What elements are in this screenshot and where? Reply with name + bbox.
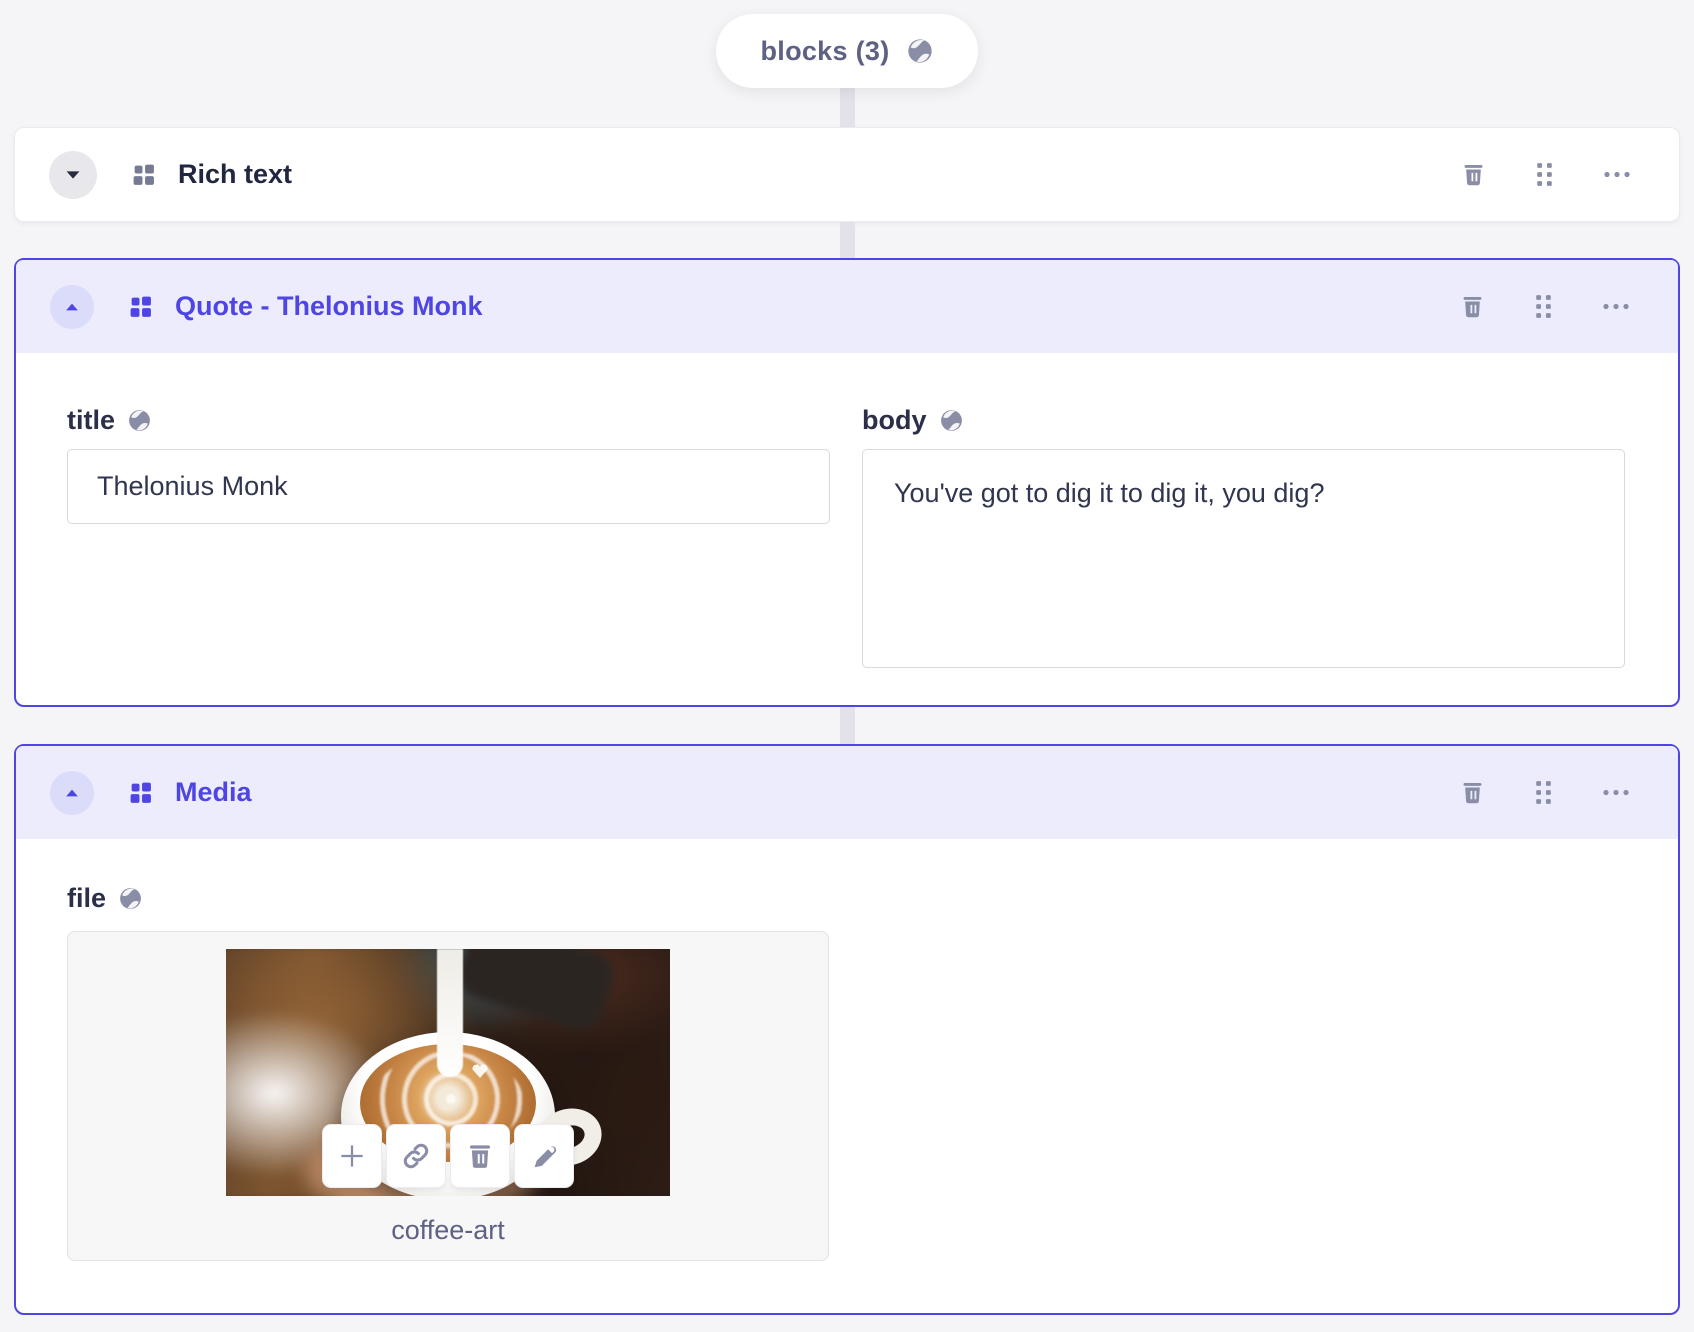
drag-handle[interactable]: [1530, 289, 1557, 324]
globe-icon: [906, 37, 934, 65]
trash-icon: [1463, 782, 1482, 804]
drag-handle[interactable]: [1530, 775, 1557, 810]
delete-block-button[interactable]: [1455, 289, 1490, 324]
block-type-icon: [131, 162, 156, 187]
link-file-button[interactable]: [386, 1124, 446, 1188]
field-label: body: [862, 403, 1625, 437]
more-options-button[interactable]: [1598, 157, 1636, 192]
body-textarea[interactable]: You've got to dig it to dig it, you dig?: [862, 449, 1625, 668]
plus-icon: [341, 1145, 363, 1167]
file-name-label: coffee-art: [391, 1215, 505, 1245]
pencil-icon: [534, 1146, 557, 1168]
ellipsis-icon: [1604, 171, 1630, 178]
file-upload-card: coffee-art: [67, 931, 829, 1261]
drag-dots-icon: [1537, 163, 1552, 186]
globe-icon: [118, 886, 143, 911]
block-actions: [1455, 775, 1635, 810]
block-title: Rich text: [178, 159, 293, 189]
delete-file-button[interactable]: [450, 1124, 510, 1188]
collapse-toggle-button[interactable]: [50, 770, 94, 815]
edit-file-button[interactable]: [514, 1124, 574, 1188]
more-options-button[interactable]: [1597, 775, 1635, 810]
chevron-up-icon: [66, 789, 78, 796]
ellipsis-icon: [1603, 789, 1629, 796]
collapse-toggle-button[interactable]: [49, 150, 97, 199]
drag-handle[interactable]: [1531, 157, 1558, 192]
trash-icon: [1463, 296, 1482, 318]
delete-block-button[interactable]: [1455, 775, 1490, 810]
block-actions: [1455, 289, 1635, 324]
field-label: title: [67, 403, 830, 437]
title-input[interactable]: [67, 449, 830, 524]
title-field-group: title: [67, 403, 830, 673]
block-title: Media: [175, 777, 252, 807]
blocks-pill-label: blocks (3): [760, 35, 890, 66]
add-file-button[interactable]: [322, 1124, 382, 1188]
block-fields: file coffee-art: [16, 839, 1678, 1313]
body-field-label: body: [862, 404, 927, 435]
chevron-up-icon: [66, 303, 78, 310]
file-field-label: file: [67, 882, 107, 913]
block-header[interactable]: Media: [16, 746, 1678, 839]
block-media: Media file coffee-art: [14, 744, 1680, 1315]
drag-dots-icon: [1536, 781, 1551, 804]
field-label: file: [67, 881, 1628, 915]
block-header[interactable]: Quote - Thelonius Monk: [16, 260, 1678, 353]
collapse-toggle-button[interactable]: [50, 284, 94, 329]
more-options-button[interactable]: [1597, 289, 1635, 324]
title-field-label: title: [67, 404, 116, 435]
chevron-down-icon: [66, 170, 80, 179]
block-type-icon: [128, 294, 153, 319]
delete-block-button[interactable]: [1456, 157, 1491, 192]
tree-connector: [839, 707, 855, 744]
tree-connector: [839, 88, 855, 127]
blocks-array-pill: blocks (3): [716, 14, 978, 88]
block-header[interactable]: Rich text: [15, 128, 1679, 221]
link-icon: [403, 1143, 429, 1169]
upload-action-bar: [322, 1124, 574, 1188]
globe-icon: [127, 408, 152, 433]
block-type-icon: [128, 780, 153, 805]
tree-connector: [839, 222, 855, 258]
globe-icon: [939, 408, 964, 433]
trash-icon: [1464, 164, 1483, 186]
body-field-group: body You've got to dig it to dig it, you…: [862, 403, 1625, 673]
block-actions: [1456, 157, 1636, 192]
ellipsis-icon: [1603, 303, 1629, 310]
block-rich-text: Rich text: [14, 127, 1680, 222]
block-title: Quote - Thelonius Monk: [175, 291, 483, 321]
drag-dots-icon: [1536, 295, 1551, 318]
block-quote: Quote - Thelonius Monk title Thelonius M…: [14, 258, 1680, 707]
block-fields: title body You've got to dig it to dig i…: [16, 353, 1678, 705]
trash-icon: [470, 1145, 490, 1168]
